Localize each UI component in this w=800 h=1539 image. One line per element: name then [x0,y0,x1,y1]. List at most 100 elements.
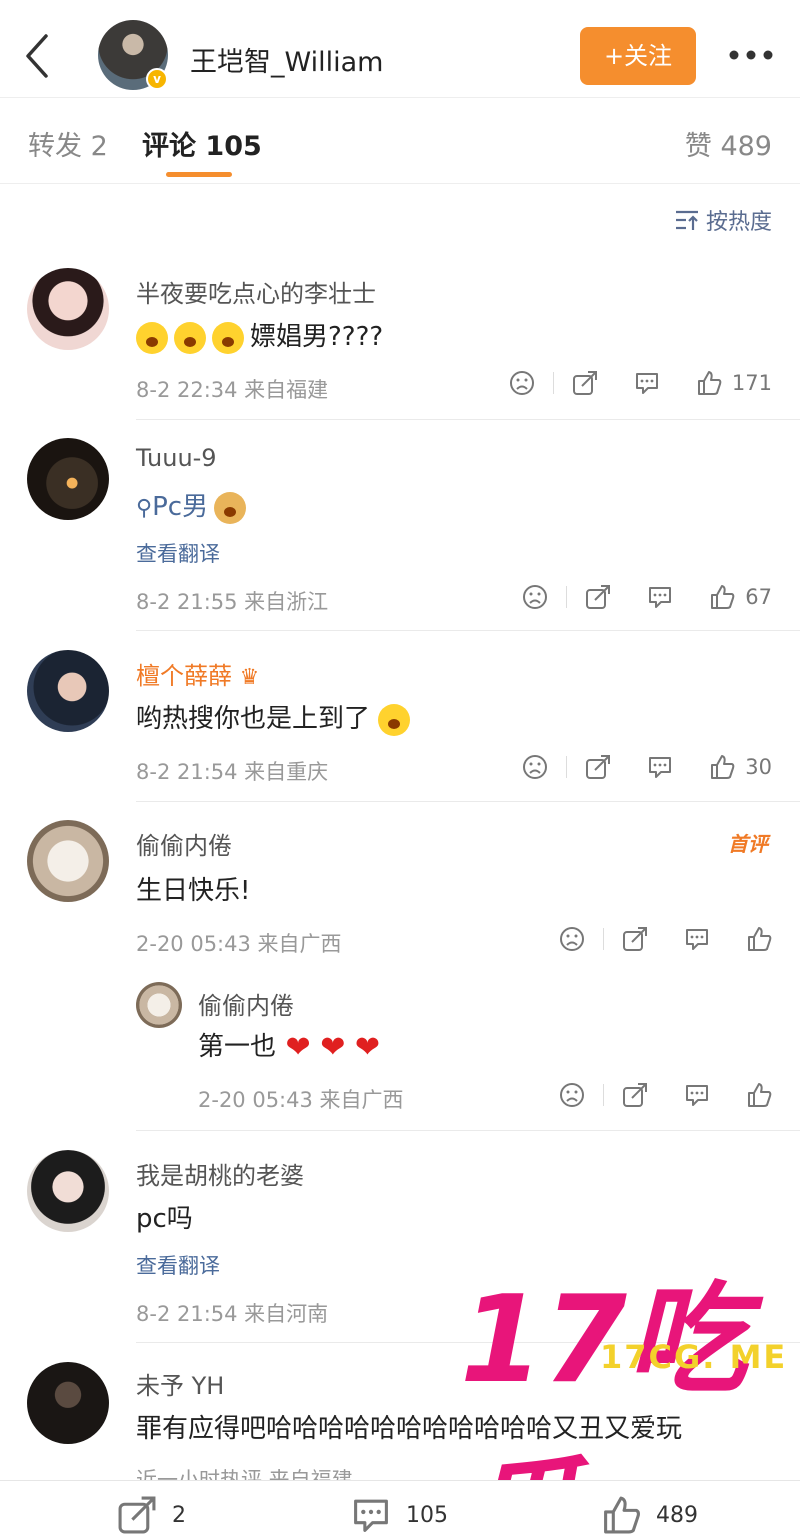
reply-actions [559,1082,772,1108]
commenter-name[interactable]: 未予 YH [136,1366,224,1401]
verified-badge-icon: v [146,68,168,90]
like-button[interactable]: 30 [709,754,772,780]
shocked-emoji-icon [174,321,206,354]
comment-meta: 8-2 21:54 来自河南 [136,1302,329,1326]
comment-meta: 8-2 21:55 来自浙江 [136,590,329,614]
tab-comment-count: 105 [205,131,262,162]
divider [136,1130,800,1131]
comment-actions [559,926,772,952]
tab-like-count: 489 [720,131,772,162]
view-translation-link[interactable]: 查看翻译 [136,538,220,568]
commenter-avatar[interactable] [27,820,109,902]
tab-like-label: 赞 [684,131,712,162]
sort-icon [675,210,698,230]
dislike-icon[interactable] [509,370,535,396]
reply-name[interactable]: 偷偷内倦 [198,986,294,1021]
commenter-name[interactable]: 半夜要吃点心的李壮士 [136,274,376,309]
search-icon: ⚲ [136,496,153,521]
commenter-avatar[interactable] [27,650,109,732]
reply-text: 第一也 ❤ ❤ ❤ [198,1026,380,1065]
like-count: 30 [745,755,772,779]
comment-actions: 67 [522,584,772,610]
bottom-like-button[interactable]: 489 [596,1495,698,1535]
comment-text: pc吗 [136,1204,193,1234]
follow-button[interactable]: +关注 [580,27,696,85]
dislike-icon[interactable] [522,754,548,780]
share-icon[interactable] [585,754,611,780]
like-count: 171 [731,371,772,395]
comment-text-body: 哟热搜你也是上到了 [136,704,371,734]
reply-icon[interactable] [634,370,660,396]
commenter-avatar[interactable] [27,268,109,350]
back-arrow-icon[interactable] [18,30,58,82]
share-icon[interactable] [572,370,598,396]
comment-text: ⚲Pc男 [136,486,252,524]
top-bar: v 王垲智_William +关注 [0,0,800,98]
bottom-comment-count: 105 [406,1502,448,1528]
dislike-icon[interactable] [559,1082,585,1108]
sort-by-hot-button[interactable]: 按热度 [674,204,772,236]
active-tab-indicator [166,172,232,177]
comment-text-body: 嫖娼男???? [250,322,384,352]
commenter-name[interactable]: Tuuu-9 [136,444,217,472]
commenter-avatar[interactable] [27,1362,109,1444]
like-icon [604,1496,640,1534]
doge-emoji-icon [214,491,247,524]
watermark-url: 17CG. ME [600,1338,788,1376]
comment-item: Tuuu-9 ⚲Pc男 查看翻译 8-2 21:55 来自浙江 67 [0,432,800,632]
like-button[interactable]: 67 [709,584,772,610]
commenter-name[interactable]: 偷偷内倦 [136,826,232,861]
bottom-repost-button[interactable]: 2 [112,1495,186,1535]
divider [136,630,800,631]
bottom-repost-count: 2 [172,1502,186,1528]
bottom-comment-button[interactable]: 105 [346,1495,448,1535]
comment-meta: 近一小时热评 来自福建 [136,1468,353,1480]
like-icon[interactable] [746,926,772,952]
commenter-name[interactable]: 我是胡桃的老婆 [136,1156,304,1191]
like-icon [697,371,722,395]
like-button[interactable]: 171 [696,370,772,396]
like-icon [711,755,735,779]
tab-like[interactable]: 赞 489 [685,124,772,163]
like-icon[interactable] [746,1082,772,1108]
commenter-name[interactable]: 檀个薛薛 ♛ [136,656,259,691]
sort-label: 按热度 [705,210,772,235]
heart-icon: ❤ [276,1030,311,1065]
share-icon[interactable] [585,584,611,610]
reply-icon[interactable] [647,754,673,780]
view-translation-link[interactable]: 查看翻译 [136,1250,220,1280]
like-count: 67 [745,585,772,609]
comment-actions: 171 [509,370,772,396]
laughing-emoji-icon [378,703,411,736]
reply-text-body: 第一也 [198,1032,277,1062]
more-options-icon[interactable] [728,40,774,70]
comment-icon [354,1499,388,1532]
reply-icon[interactable] [647,584,673,610]
reply-icon[interactable] [684,926,710,952]
reply-icon[interactable] [684,1082,710,1108]
comment-item: 半夜要吃点心的李壮士 嫖娼男???? 8-2 22:34 来自福建 171 [0,262,800,420]
reply-meta: 2-20 05:43 来自广西 [198,1088,404,1112]
bottom-action-bar: 2 105 489 [0,1480,800,1539]
share-icon[interactable] [622,926,648,952]
tab-comment-label: 评论 [142,131,196,162]
share-icon[interactable] [622,1082,648,1108]
author-username[interactable]: 王垲智_William [190,40,383,79]
shocked-emoji-icon [212,321,244,354]
divider [603,1084,604,1106]
bottom-like-count: 489 [656,1502,698,1528]
comment-item: 檀个薛薛 ♛ 哟热搜你也是上到了 8-2 21:54 来自重庆 30 [0,644,800,802]
tab-comment[interactable]: 评论 105 [142,124,262,163]
commenter-avatar[interactable] [27,1150,109,1232]
tab-repost[interactable]: 转发 2 [28,124,108,163]
commenter-avatar[interactable] [27,438,109,520]
dislike-icon[interactable] [559,926,585,952]
dislike-icon[interactable] [522,584,548,610]
divider [136,801,800,802]
comment-text-body[interactable]: Pc男 [152,492,208,522]
first-comment-badge: 首评 [728,832,768,856]
heart-icon: ❤ [310,1030,346,1065]
share-icon [118,1496,156,1534]
tab-repost-count: 2 [90,131,108,162]
reply-avatar[interactable] [136,982,182,1028]
